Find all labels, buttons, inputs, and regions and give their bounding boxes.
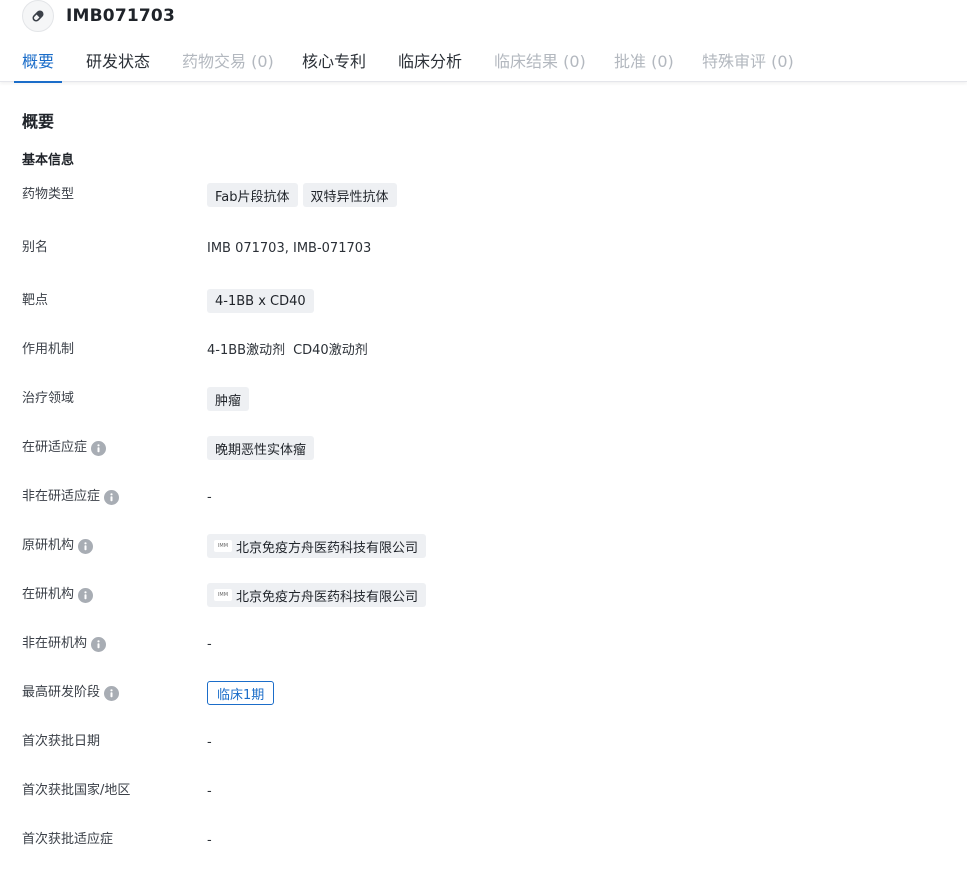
- mechanism-item[interactable]: CD40激动剂: [293, 339, 368, 358]
- field-first-approval-country: 首次获批国家/地区 -: [0, 776, 967, 806]
- field-drug-type: 药物类型 Fab片段抗体 双特异性抗体: [0, 180, 967, 210]
- field-label: 最高研发阶段: [22, 678, 120, 708]
- tab-core-patents[interactable]: 核心专利: [302, 42, 366, 82]
- field-value: -: [207, 727, 212, 757]
- field-value: Fab片段抗体 双特异性抗体: [207, 180, 402, 210]
- subsection-title: 基本信息: [22, 153, 75, 168]
- field-label: 别名: [22, 240, 49, 255]
- empty-value: -: [207, 734, 212, 750]
- tab-special-review[interactable]: 特殊审评 (0): [702, 42, 794, 82]
- field-first-approval-indication: 首次获批适应症 -: [0, 825, 967, 855]
- field-label-text: 非在研机构: [22, 636, 88, 651]
- therapeutic-area-tag[interactable]: 肿瘤: [207, 387, 250, 411]
- section-title: 概要: [22, 112, 55, 131]
- field-therapeutic-area: 治疗领域 肿瘤: [0, 384, 967, 414]
- aliases-text: IMB 071703, IMB-071703: [207, 240, 372, 256]
- field-inactive-org: 非在研机构 -: [0, 629, 967, 659]
- field-label-text: 非在研适应症: [22, 489, 101, 504]
- info-icon[interactable]: [91, 440, 107, 456]
- drug-title: IMB071703: [66, 6, 175, 26]
- field-label-text: 在研机构: [22, 587, 75, 602]
- field-label: 治疗领域: [22, 391, 75, 406]
- tab-bar: 概要 研发状态 药物交易 (0) 核心专利 临床分析 临床结果 (0) 批准 (…: [0, 42, 967, 83]
- pill-icon: [22, 0, 54, 32]
- field-label: 非在研机构: [22, 629, 107, 659]
- empty-value: -: [207, 489, 212, 505]
- company-logo-icon: IMM: [214, 589, 232, 601]
- field-value: -: [207, 629, 212, 659]
- organization-tag[interactable]: IMM 北京免疫方舟医药科技有限公司: [207, 583, 427, 607]
- tab-approvals[interactable]: 批准 (0): [614, 42, 674, 82]
- drug-header: IMB071703: [22, 0, 175, 32]
- organization-tag[interactable]: IMM 北京免疫方舟医药科技有限公司: [207, 534, 427, 558]
- field-aliases: 别名 IMB 071703, IMB-071703: [0, 233, 967, 263]
- field-label: 在研适应症: [22, 433, 107, 463]
- field-label-text: 最高研发阶段: [22, 685, 101, 700]
- field-label: 药物类型: [22, 187, 75, 202]
- field-label-text: 在研适应症: [22, 440, 88, 455]
- drug-type-tag: 双特异性抗体: [302, 183, 397, 207]
- info-icon[interactable]: [78, 538, 94, 554]
- field-inactive-indication: 非在研适应症 -: [0, 482, 967, 512]
- field-value: 4-1BB x CD40: [207, 286, 319, 316]
- field-value: IMM 北京免疫方舟医药科技有限公司: [207, 580, 431, 610]
- field-originator: 原研机构 IMM 北京免疫方舟医药科技有限公司: [0, 531, 967, 561]
- field-value: 肿瘤: [207, 384, 254, 414]
- field-value: -: [207, 482, 212, 512]
- info-icon[interactable]: [104, 489, 120, 505]
- field-label-text: 原研机构: [22, 538, 75, 553]
- info-icon[interactable]: [78, 587, 94, 603]
- field-label: 靶点: [22, 293, 49, 308]
- empty-value: -: [207, 832, 212, 848]
- field-active-org: 在研机构 IMM 北京免疫方舟医药科技有限公司: [0, 580, 967, 610]
- organization-name: 北京免疫方舟医药科技有限公司: [236, 540, 419, 556]
- tab-clinical-analysis[interactable]: 临床分析: [398, 42, 462, 82]
- field-label: 首次获批适应症: [22, 832, 114, 847]
- field-value: 临床1期: [207, 678, 275, 708]
- field-label: 原研机构: [22, 531, 94, 561]
- tab-drug-deals[interactable]: 药物交易 (0): [182, 42, 274, 82]
- info-icon[interactable]: [104, 685, 120, 701]
- field-label: 在研机构: [22, 580, 94, 610]
- field-highest-phase: 最高研发阶段 临床1期: [0, 678, 967, 708]
- info-icon[interactable]: [91, 636, 107, 652]
- company-logo-icon: IMM: [214, 540, 232, 552]
- field-label: 作用机制: [22, 342, 75, 357]
- field-value: -: [207, 825, 212, 855]
- field-label: 非在研适应症: [22, 482, 120, 512]
- tab-rd-status[interactable]: 研发状态: [86, 42, 150, 82]
- field-value: IMM 北京免疫方舟医药科技有限公司: [207, 531, 431, 561]
- field-value: 4-1BB激动剂 CD40激动剂: [207, 333, 376, 363]
- target-tag[interactable]: 4-1BB x CD40: [207, 289, 314, 313]
- field-value: IMB 071703, IMB-071703: [207, 233, 371, 263]
- indication-tag[interactable]: 晚期恶性实体瘤: [207, 436, 315, 460]
- empty-value: -: [207, 783, 212, 799]
- field-active-indication: 在研适应症 晚期恶性实体瘤: [0, 433, 967, 463]
- drug-type-tag: Fab片段抗体: [207, 183, 298, 207]
- tab-clinical-results[interactable]: 临床结果 (0): [494, 42, 586, 82]
- field-label: 首次获批日期: [22, 734, 101, 749]
- field-first-approval-date: 首次获批日期 -: [0, 727, 967, 757]
- field-value: 晚期恶性实体瘤: [207, 433, 319, 463]
- mechanism-item[interactable]: 4-1BB激动剂: [207, 339, 285, 358]
- field-target: 靶点 4-1BB x CD40: [0, 286, 967, 316]
- field-value: -: [207, 776, 212, 806]
- field-mechanism: 作用机制 4-1BB激动剂 CD40激动剂: [0, 333, 967, 363]
- empty-value: -: [207, 636, 212, 652]
- field-label: 首次获批国家/地区: [22, 783, 131, 798]
- phase-badge: 临床1期: [207, 681, 275, 705]
- tab-overview[interactable]: 概要: [13, 42, 63, 83]
- organization-name: 北京免疫方舟医药科技有限公司: [236, 589, 419, 605]
